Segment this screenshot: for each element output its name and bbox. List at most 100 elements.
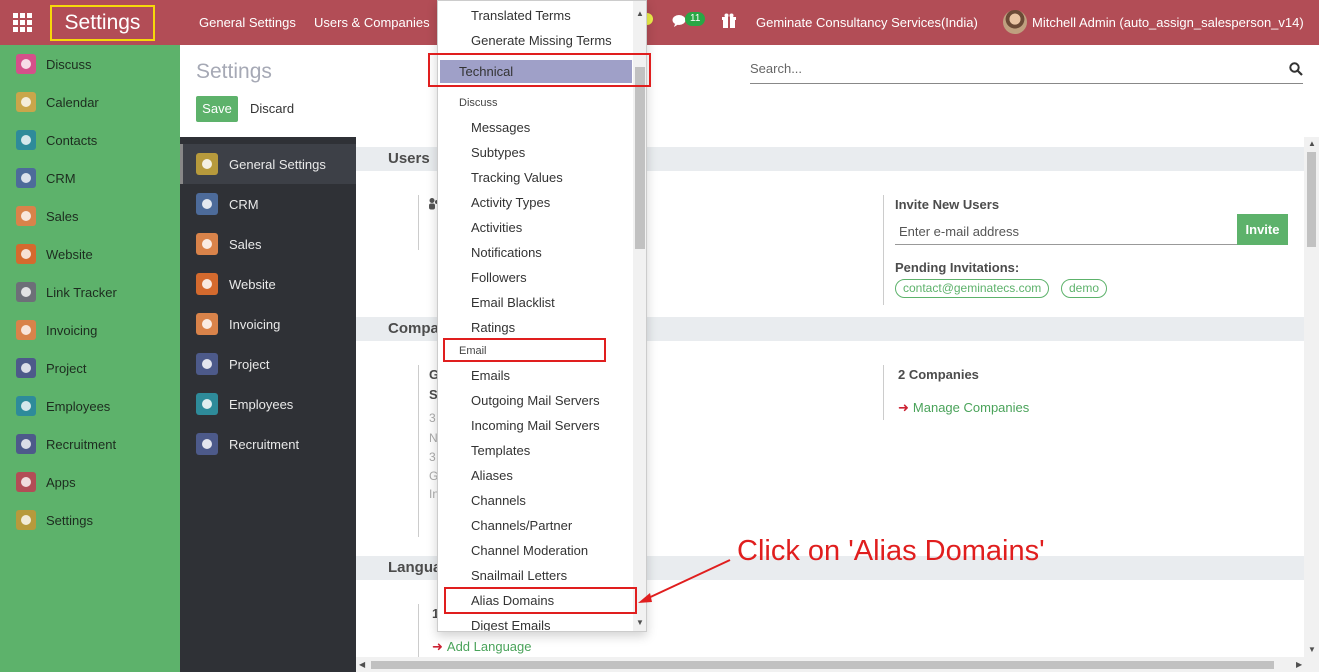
highlight-box-email (443, 338, 606, 362)
divider (418, 604, 419, 657)
pending-invitation-badge[interactable]: contact@geminatecs.com (895, 279, 1050, 298)
companies-count: 2 Companies (898, 367, 979, 382)
search-icon[interactable] (1289, 62, 1303, 76)
menu-item-snailmail-letters[interactable]: Snailmail Letters (471, 568, 567, 583)
contacts-icon (16, 130, 36, 150)
menu-item-incoming-mail-servers[interactable]: Incoming Mail Servers (471, 418, 600, 433)
annotation-text: Click on 'Alias Domains' (737, 535, 1045, 567)
app-link-tracker[interactable]: Link Tracker (16, 280, 117, 304)
settings-nav-employees[interactable]: Employees (180, 384, 356, 424)
settings-nav-website[interactable]: Website (180, 264, 356, 304)
menu-general-settings[interactable]: General Settings (199, 15, 296, 30)
menu-scrollbar[interactable]: ▲ ▼ (633, 1, 646, 631)
menu-item-followers[interactable]: Followers (471, 270, 527, 285)
add-language-link[interactable]: ➜ Add Language (432, 639, 532, 655)
settings-nav-recruitment[interactable]: Recruitment (180, 424, 356, 464)
scrollbar-thumb[interactable] (1307, 152, 1316, 247)
settings-icon (16, 510, 36, 530)
main-horizontal-scrollbar[interactable]: ◀ ▶ (356, 657, 1319, 672)
divider (418, 365, 419, 537)
settings-nav-sales[interactable]: Sales (180, 224, 356, 264)
menu-item-translated-terms[interactable]: Translated Terms (471, 8, 571, 23)
calendar-icon (16, 92, 36, 112)
scrollbar-thumb[interactable] (635, 67, 645, 249)
menu-item-email-blacklist[interactable]: Email Blacklist (471, 295, 555, 310)
invoicing-icon (196, 313, 218, 335)
scroll-right-icon[interactable]: ▶ (1296, 660, 1302, 669)
invite-button[interactable]: Invite (1237, 214, 1288, 245)
menu-item-aliases[interactable]: Aliases (471, 468, 513, 483)
invite-email-input[interactable] (895, 221, 1225, 242)
app-website[interactable]: Website (16, 242, 93, 266)
menu-item-outgoing-mail-servers[interactable]: Outgoing Mail Servers (471, 393, 600, 408)
app-discuss[interactable]: Discuss (16, 52, 92, 76)
app-project[interactable]: Project (16, 356, 86, 380)
app-contacts[interactable]: Contacts (16, 128, 97, 152)
pending-invitations-title: Pending Invitations: (895, 260, 1020, 275)
menu-item-activity-types[interactable]: Activity Types (471, 195, 550, 210)
app-sales[interactable]: Sales (16, 204, 79, 228)
scroll-left-icon[interactable]: ◀ (359, 660, 365, 669)
divider (883, 365, 884, 420)
apps-grid-icon[interactable] (13, 13, 32, 32)
company-switcher[interactable]: Geminate Consultancy Services(India) (756, 15, 978, 30)
settings-nav-invoicing[interactable]: Invoicing (180, 304, 356, 344)
menu-users-companies[interactable]: Users & Companies (314, 15, 430, 30)
manage-companies-link[interactable]: ➜ Manage Companies (898, 400, 1029, 416)
app-invoicing[interactable]: Invoicing (16, 318, 97, 342)
menu-item-subtypes[interactable]: Subtypes (471, 145, 525, 160)
settings-nav-general[interactable]: General Settings (180, 144, 356, 184)
website-icon (16, 244, 36, 264)
menu-item-tracking-values[interactable]: Tracking Values (471, 170, 563, 185)
main-vertical-scrollbar[interactable]: ▲ ▼ (1304, 137, 1319, 657)
app-apps[interactable]: Apps (16, 470, 76, 494)
menu-item-messages[interactable]: Messages (471, 120, 530, 135)
search-input[interactable] (750, 61, 1270, 76)
arrow-right-icon: ➜ (898, 400, 909, 415)
divider (883, 195, 884, 305)
menu-item-generate-missing-terms[interactable]: Generate Missing Terms (471, 33, 612, 48)
save-button[interactable]: Save (196, 96, 238, 122)
menu-item-channels-partner[interactable]: Channels/Partner (471, 518, 572, 533)
divider (418, 195, 419, 250)
company-address-fragment: 3 (429, 450, 436, 464)
scroll-down-icon[interactable]: ▼ (1308, 645, 1316, 654)
discard-button[interactable]: Discard (250, 101, 294, 116)
menu-item-channels[interactable]: Channels (471, 493, 526, 508)
app-crm[interactable]: CRM (16, 166, 76, 190)
scroll-up-icon[interactable]: ▲ (636, 9, 644, 18)
gift-icon[interactable] (722, 13, 736, 29)
menu-item-emails[interactable]: Emails (471, 368, 510, 383)
app-recruitment[interactable]: Recruitment (16, 432, 116, 456)
project-icon (16, 358, 36, 378)
scroll-up-icon[interactable]: ▲ (1308, 139, 1316, 148)
companies-section-title: Compa (388, 320, 439, 337)
app-employees[interactable]: Employees (16, 394, 110, 418)
settings-nav-crm[interactable]: CRM (180, 184, 356, 224)
menu-item-notifications[interactable]: Notifications (471, 245, 542, 260)
users-section-title: Users (388, 150, 430, 167)
user-avatar[interactable] (1003, 10, 1027, 34)
employees-icon (196, 393, 218, 415)
settings-nav-project[interactable]: Project (180, 344, 356, 384)
menu-item-templates[interactable]: Templates (471, 443, 530, 458)
menu-item-activities[interactable]: Activities (471, 220, 522, 235)
discuss-icon (16, 54, 36, 74)
menu-item-channel-moderation[interactable]: Channel Moderation (471, 543, 588, 558)
app-calendar[interactable]: Calendar (16, 90, 99, 114)
menu-item-ratings[interactable]: Ratings (471, 320, 515, 335)
user-menu[interactable]: Mitchell Admin (auto_assign_salesperson_… (1032, 15, 1304, 30)
highlight-box-alias-domains (444, 587, 637, 614)
employees-icon (16, 396, 36, 416)
crm-icon (196, 193, 218, 215)
app-settings[interactable]: Settings (16, 508, 93, 532)
link-tracker-icon (16, 282, 36, 302)
highlight-box-technical (428, 53, 651, 87)
settings-nav: General Settings CRM Sales Website Invoi… (180, 137, 356, 672)
chat-icon[interactable] (672, 14, 686, 28)
menu-item-digest-emails[interactable]: Digest Emails (471, 618, 550, 631)
scrollbar-thumb[interactable] (371, 661, 1274, 669)
scroll-down-icon[interactable]: ▼ (636, 618, 644, 627)
pending-invitation-badge[interactable]: demo (1061, 279, 1108, 298)
crm-icon (16, 168, 36, 188)
